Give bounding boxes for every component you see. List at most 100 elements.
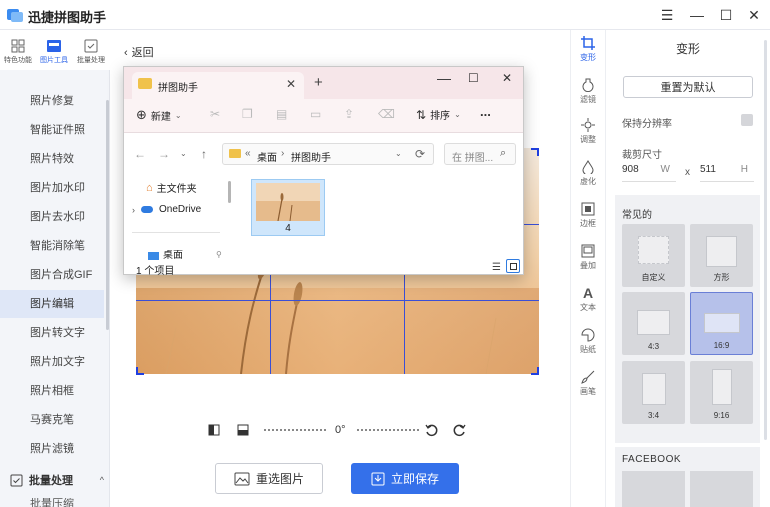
breadcrumb-overflow: « xyxy=(245,148,251,159)
preset-custom[interactable]: 自定义 xyxy=(622,224,685,287)
sidebar-item-add-watermark[interactable]: 图片加水印 xyxy=(0,174,104,202)
menu-icon[interactable]: ☰ xyxy=(658,6,676,24)
tab-frame[interactable]: 边框 xyxy=(574,202,602,229)
rotation-slider-right[interactable] xyxy=(357,429,419,431)
tab-sticker[interactable]: 贴纸 xyxy=(574,328,602,355)
explorer-maximize-button[interactable]: ☐ xyxy=(468,71,479,85)
facebook-label: FACEBOOK xyxy=(622,454,682,465)
crop-handle[interactable] xyxy=(531,148,539,156)
rotate-left-icon[interactable] xyxy=(424,423,438,437)
breadcrumb-desktop[interactable]: 桌面 xyxy=(257,149,277,164)
tab-overlay[interactable]: 叠加 xyxy=(574,244,602,271)
topnav-featured[interactable]: 特色功能 xyxy=(0,33,36,73)
rotation-slider-left[interactable] xyxy=(264,429,326,431)
delete-icon[interactable]: ⌫ xyxy=(378,107,395,121)
explorer-close-button[interactable]: ✕ xyxy=(502,71,512,85)
tab-brush[interactable]: 画笔 xyxy=(574,370,602,397)
close-button[interactable]: ✕ xyxy=(745,6,763,24)
facebook-preset[interactable] xyxy=(622,471,685,507)
sidebar-item-frame[interactable]: 照片相框 xyxy=(0,377,104,405)
preset-16-9[interactable]: 16:9 xyxy=(690,292,753,355)
sidebar-scrollbar[interactable] xyxy=(106,100,109,330)
nav-home[interactable]: ⌂ 主文件夹 xyxy=(146,180,197,196)
more-options-icon[interactable]: ... xyxy=(480,104,491,119)
topnav-label: 特色功能 xyxy=(4,57,32,64)
nav-scrollbar[interactable] xyxy=(228,181,231,203)
height-value: 511 xyxy=(700,164,716,175)
search-input[interactable]: 在 拼图... ⌕ xyxy=(444,143,516,165)
facebook-preset[interactable] xyxy=(690,471,753,507)
height-field[interactable]: 511 H xyxy=(700,164,754,182)
sidebar-group-batch[interactable]: 批量处理 ^ xyxy=(10,470,104,490)
forward-arrow-icon[interactable]: → xyxy=(158,147,170,161)
sidebar-item-gif[interactable]: 图片合成GIF xyxy=(0,261,104,289)
crop-handle[interactable] xyxy=(136,367,144,375)
sidebar-item-photo-repair[interactable]: 照片修复 xyxy=(0,87,104,115)
file-explorer-window: 拼图助手 ✕ + — ☐ ✕ ⊕ 新建 ⌄ ✂ ❐ ▤ ▭ ⇪ ⌫ ⇅ 排序 ⌄… xyxy=(123,66,524,277)
nav-onedrive[interactable]: › OneDrive xyxy=(132,204,201,215)
maximize-button[interactable]: ☐ xyxy=(717,6,735,24)
sidebar-item-add-text[interactable]: 照片加文字 xyxy=(0,348,104,376)
preset-square[interactable]: 方形 xyxy=(690,224,753,287)
sidebar-item-mosaic[interactable]: 马赛克笔 xyxy=(0,406,104,434)
details-view-icon[interactable]: ☰ xyxy=(492,262,501,273)
topnav-image-tools[interactable]: 图片工具 xyxy=(36,33,72,73)
chevron-down-icon[interactable]: ⌄ xyxy=(395,149,402,158)
sort-button[interactable]: ⇅ 排序 ⌄ xyxy=(416,107,461,123)
tab-filter[interactable]: 滤镜 xyxy=(574,78,602,105)
share-icon[interactable]: ⇪ xyxy=(344,107,354,121)
copy-icon[interactable]: ❐ xyxy=(242,107,253,121)
back-link[interactable]: ‹ 返回 xyxy=(124,44,154,60)
new-button[interactable]: ⊕ 新建 ⌄ xyxy=(136,107,182,123)
sidebar-item-filter[interactable]: 照片滤镜 xyxy=(0,435,104,463)
tab-text[interactable]: A 文本 xyxy=(574,286,602,313)
sidebar-item-batch-compress[interactable]: 批量压缩 xyxy=(30,498,100,507)
file-item[interactable]: 4 xyxy=(251,179,325,236)
preset-4-3[interactable]: 4:3 xyxy=(622,292,685,355)
back-arrow-icon[interactable]: ← xyxy=(134,147,146,161)
flip-vertical-icon[interactable] xyxy=(236,423,250,437)
rotate-right-icon[interactable] xyxy=(453,423,467,437)
sticker-icon xyxy=(581,328,595,342)
address-bar[interactable]: « 桌面 › 拼图助手 ⌄ ⟳ xyxy=(222,143,434,165)
tab-blur[interactable]: 虚化 xyxy=(574,160,602,187)
sidebar-item-photo-effects[interactable]: 照片特效 xyxy=(0,145,104,173)
crop-handle[interactable] xyxy=(531,367,539,375)
nav-desktop[interactable]: 桌面 xyxy=(148,250,183,261)
recent-chevron-icon[interactable]: ⌄ xyxy=(180,149,187,158)
refresh-icon[interactable]: ⟳ xyxy=(415,147,425,161)
reset-default-button[interactable]: 重置为默认 xyxy=(623,76,753,98)
preset-shape xyxy=(704,313,740,333)
preset-9-16[interactable]: 9:16 xyxy=(690,361,753,424)
explorer-tab[interactable]: 拼图助手 ✕ xyxy=(132,72,304,99)
filter-icon xyxy=(582,78,594,92)
topnav-batch[interactable]: 批量处理 xyxy=(73,33,109,73)
tab-close-icon[interactable]: ✕ xyxy=(286,77,296,91)
minimize-button[interactable]: — xyxy=(688,6,706,24)
preset-shape xyxy=(642,373,666,405)
sidebar-item-remove-watermark[interactable]: 图片去水印 xyxy=(0,203,104,231)
explorer-minimize-button[interactable]: — xyxy=(437,70,451,86)
up-arrow-icon[interactable]: ↑ xyxy=(201,147,207,161)
sidebar-item-image-to-text[interactable]: 图片转文字 xyxy=(0,319,104,347)
panel-scrollbar[interactable] xyxy=(764,40,767,440)
tab-adjust[interactable]: 调整 xyxy=(574,118,602,145)
width-field[interactable]: 908 W xyxy=(622,164,676,182)
tab-transform[interactable]: 变形 xyxy=(574,36,602,63)
tiles-view-icon[interactable] xyxy=(506,259,520,273)
paste-icon[interactable]: ▤ xyxy=(276,107,287,121)
save-button[interactable]: 立即保存 xyxy=(351,463,459,494)
new-tab-icon[interactable]: + xyxy=(314,74,323,91)
sidebar-item-eraser[interactable]: 智能消除笔 xyxy=(0,232,104,260)
preset-3-4[interactable]: 3:4 xyxy=(622,361,685,424)
rename-icon[interactable]: ▭ xyxy=(310,107,321,121)
preset-shape xyxy=(712,369,732,405)
crop-size-label: 裁剪尺寸 xyxy=(622,150,662,161)
flip-horizontal-icon[interactable] xyxy=(207,423,221,437)
sidebar-item-image-edit[interactable]: 图片编辑 xyxy=(0,290,104,318)
cut-icon[interactable]: ✂ xyxy=(210,107,220,121)
reselect-image-button[interactable]: 重选图片 xyxy=(215,463,323,494)
keep-ratio-checkbox[interactable] xyxy=(741,114,753,126)
sidebar-item-id-photo[interactable]: 智能证件照 xyxy=(0,116,104,144)
breadcrumb-folder[interactable]: 拼图助手 xyxy=(291,149,331,164)
